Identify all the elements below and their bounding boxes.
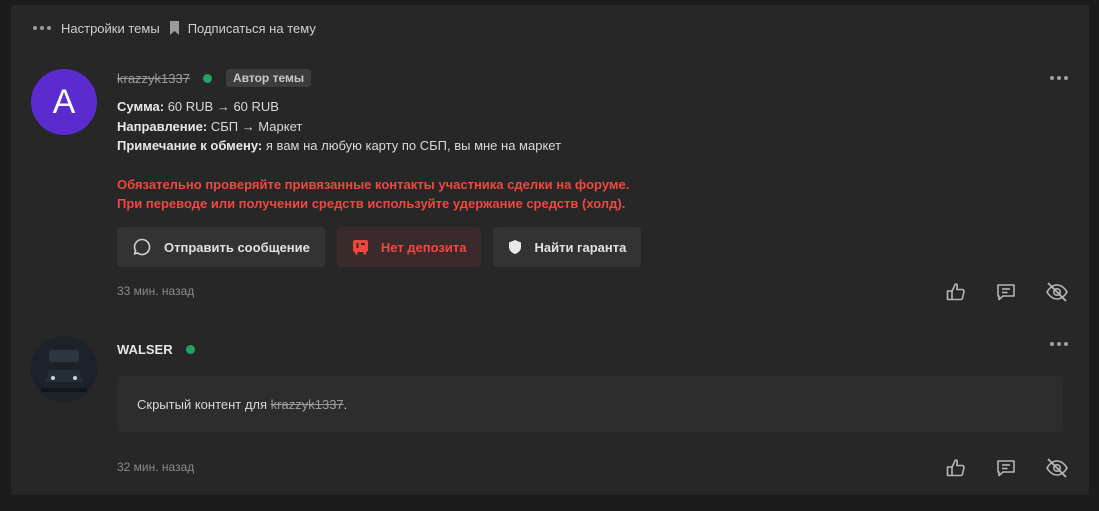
direction-value: СБП → Маркет (210, 118, 303, 134)
deposit-icon (352, 240, 368, 255)
find-guarantor-label: Найти гаранта (534, 239, 627, 255)
warning-line-1: Обязательно проверяйте привязанные конта… (117, 176, 630, 192)
note-line: Примечание к обмену: я вам на любую карт… (117, 136, 629, 156)
reply-icon (997, 460, 1015, 477)
chat-bubble-icon (133, 238, 151, 256)
note-value: я вам на любую карту по СБП, вы мне на м… (265, 138, 562, 153)
no-deposit-button[interactable]: Нет депозита (336, 227, 482, 267)
subscribe-label: Подписаться на тему (187, 20, 316, 36)
hide-eye-icon (1046, 282, 1068, 302)
post-time[interactable]: 32 мин. назад (117, 460, 194, 474)
username-link[interactable]: WALSER (117, 342, 173, 357)
thread-panel: Настройки темы Подписаться на тему A kra… (11, 5, 1089, 495)
hidden-content-suffix: . (343, 396, 348, 412)
send-message-label: Отправить сообщение (164, 239, 310, 255)
amount-label: Сумма: (117, 99, 165, 114)
post-reactions (945, 457, 1069, 479)
hide-button[interactable] (1045, 457, 1069, 479)
amount-value: 60 RUB → 60 RUB (167, 99, 279, 114)
hide-button[interactable] (1045, 281, 1069, 303)
bookmark-icon (169, 21, 179, 35)
shield-icon (509, 240, 522, 254)
thread-settings-button[interactable]: Настройки темы (33, 21, 160, 36)
online-indicator (202, 73, 212, 83)
post-reactions (945, 281, 1069, 303)
post-body: Сумма: 60 RUB → 60 RUB Направление: СБП … (117, 97, 629, 214)
car-image-icon (31, 336, 97, 402)
hide-eye-icon (1046, 458, 1068, 478)
like-icon (946, 459, 965, 477)
warning-line-2: При переводе или получении средств испол… (117, 196, 626, 211)
reply-button[interactable] (995, 281, 1017, 303)
subscribe-button[interactable]: Подписаться на тему (169, 21, 316, 36)
post-header: krazzyk1337 Автор темы (117, 69, 312, 87)
hidden-content-user[interactable]: krazzyk1337 (271, 397, 344, 412)
post-time[interactable]: 33 мин. назад (117, 284, 194, 298)
hidden-content-prefix: Скрытый контент для (137, 396, 271, 412)
reply-button[interactable] (995, 457, 1017, 479)
note-label: Примечание к обмену: (117, 138, 263, 153)
no-deposit-label: Нет депозита (380, 239, 467, 255)
post-header: WALSER (117, 340, 195, 358)
post-more-button[interactable] (1050, 76, 1068, 80)
avatar[interactable]: A (31, 69, 97, 135)
direction-label: Направление: (117, 118, 208, 134)
send-message-button[interactable]: Отправить сообщение (117, 227, 325, 267)
like-button[interactable] (945, 281, 967, 303)
username-link[interactable]: krazzyk1337 (117, 71, 190, 86)
more-dots-icon (33, 26, 51, 30)
author-badge: Автор темы (225, 69, 312, 87)
amount-line: Сумма: 60 RUB → 60 RUB (117, 97, 629, 117)
thread-settings-label: Настройки темы (61, 20, 160, 36)
online-indicator (185, 344, 195, 354)
like-icon (946, 283, 965, 301)
avatar[interactable] (31, 336, 97, 402)
hidden-content-text: Скрытый контент для krazzyk1337. (137, 397, 347, 412)
avatar-letter: A (52, 82, 76, 121)
hidden-content-box: Скрытый контент для krazzyk1337. (117, 376, 1063, 432)
post-more-button[interactable] (1050, 342, 1068, 346)
reply-icon (997, 284, 1015, 301)
direction-line: Направление: СБП → Маркет (117, 117, 629, 137)
like-button[interactable] (945, 457, 967, 479)
thread-toolbar: Настройки темы Подписаться на тему (33, 20, 325, 36)
post-actions-row: Отправить сообщение Нет депозита Найти г… (117, 227, 642, 267)
find-guarantor-button[interactable]: Найти гаранта (493, 227, 642, 267)
